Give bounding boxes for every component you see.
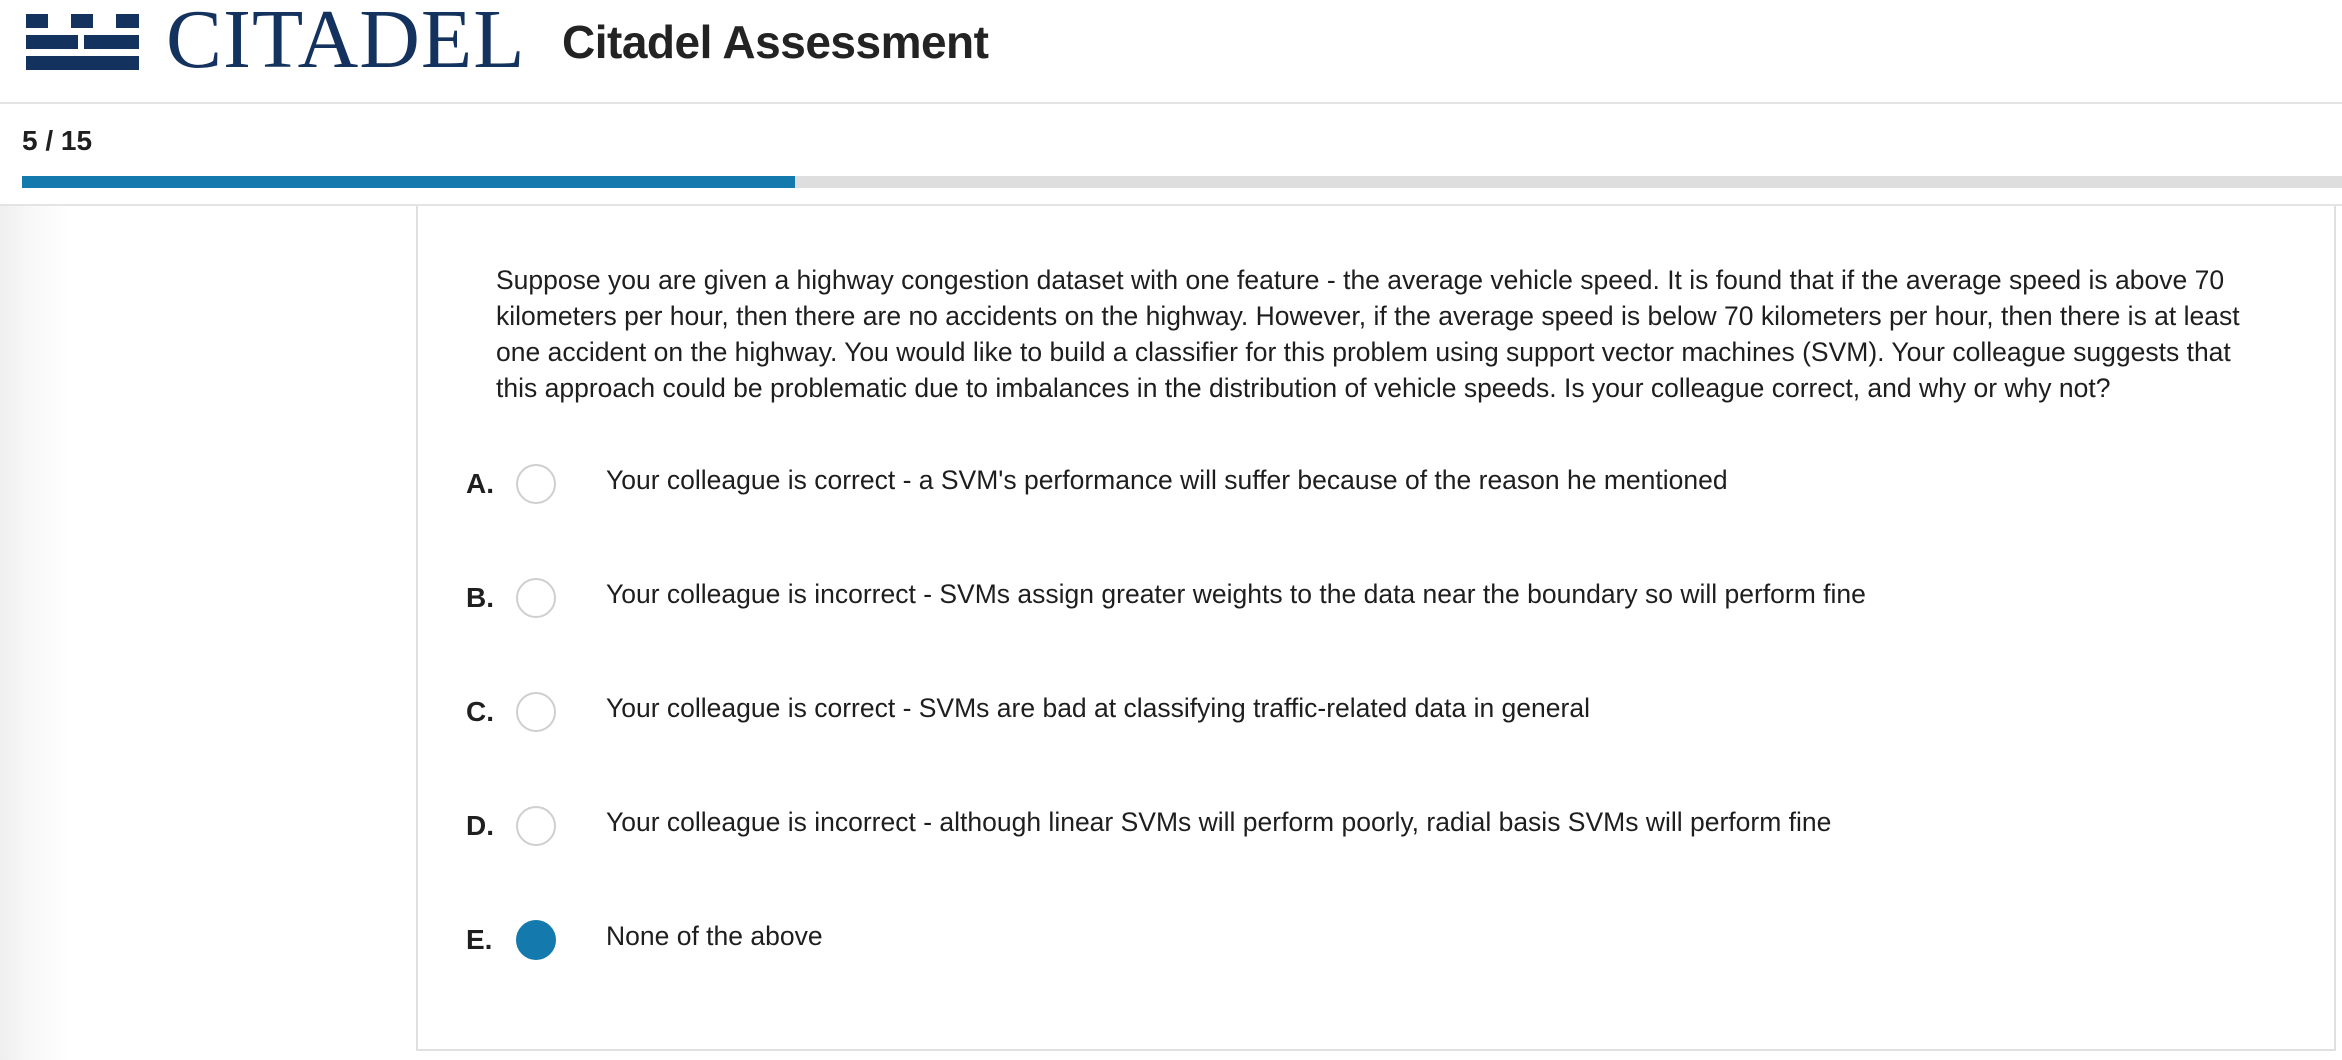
- radio-button[interactable]: [516, 806, 556, 846]
- answer-option-b[interactable]: B. Your colleague is incorrect - SVMs as…: [466, 570, 2286, 630]
- answer-option-d[interactable]: D. Your colleague is incorrect - althoug…: [466, 798, 2286, 858]
- answer-option-c[interactable]: C. Your colleague is correct - SVMs are …: [466, 684, 2286, 744]
- option-letter: B.: [466, 582, 494, 613]
- option-letter: E.: [466, 924, 493, 955]
- question-text: Suppose you are given a highway congesti…: [496, 265, 2240, 403]
- question-counter: 5 / 15: [22, 125, 93, 156]
- answer-option-e[interactable]: E. None of the above: [466, 912, 2286, 972]
- option-letter: A.: [466, 468, 494, 499]
- radio-button[interactable]: [516, 920, 556, 960]
- brand-wordmark: CITADEL: [166, 0, 526, 86]
- page-title: Citadel Assessment: [562, 16, 989, 68]
- radio-button[interactable]: [516, 692, 556, 732]
- app-header: CITADEL Citadel Assessment: [0, 0, 2342, 104]
- radio-button[interactable]: [516, 464, 556, 504]
- progress-bar-fill: [22, 176, 796, 188]
- answer-option-a[interactable]: A. Your colleague is correct - a SVM's p…: [466, 456, 2286, 516]
- option-label[interactable]: None of the above: [606, 918, 823, 954]
- option-label[interactable]: Your colleague is correct - a SVM's perf…: [606, 462, 1728, 498]
- option-letter: C.: [466, 696, 494, 727]
- side-panel: [0, 206, 70, 1060]
- option-label[interactable]: Your colleague is correct - SVMs are bad…: [606, 690, 1590, 726]
- radio-button[interactable]: [516, 578, 556, 618]
- option-label[interactable]: Your colleague is incorrect - although l…: [606, 804, 1831, 840]
- option-letter: D.: [466, 810, 494, 841]
- option-label[interactable]: Your colleague is incorrect - SVMs assig…: [606, 576, 1866, 612]
- progress-section: 5 / 15: [0, 104, 2342, 206]
- question-card: Suppose you are given a highway congesti…: [416, 206, 2336, 1051]
- citadel-logo-icon: [26, 14, 139, 70]
- progress-bar: [22, 176, 2342, 188]
